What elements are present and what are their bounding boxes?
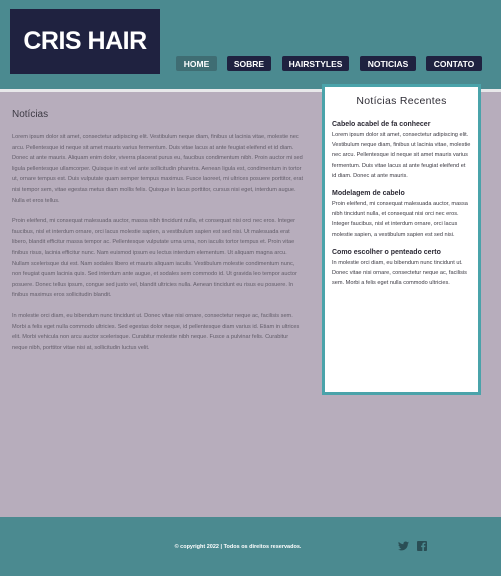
recent-news-sidebar: Notícias Recentes Cabelo acabel de fa co…: [322, 84, 481, 395]
recent-post-title[interactable]: Modelagem de cabelo: [332, 190, 471, 197]
logo-text: CRIS HAIR: [23, 27, 147, 55]
sidebar-title: Notícias Recentes: [356, 95, 447, 107]
twitter-icon[interactable]: [398, 541, 409, 551]
recent-post-title[interactable]: Como escolher o penteado certo: [332, 249, 471, 256]
article-paragraph: Proin eleifend, mi consequat malesuada a…: [12, 218, 297, 299]
nav-sobre[interactable]: SOBRE: [227, 56, 271, 71]
recent-post: Modelagem de cabelo Proin eleifend, mi c…: [332, 190, 471, 240]
nav-hairstyles[interactable]: HAIRSTYLES: [282, 56, 349, 71]
logo[interactable]: CRIS HAIR: [10, 9, 160, 74]
recent-post-text: Lorem ipsum dolor sit amet, consectetur …: [332, 132, 471, 179]
recent-post: Cabelo acabel de fa conhecer Lorem ipsum…: [332, 121, 471, 181]
nav-noticias[interactable]: NOTICIAS: [360, 56, 416, 71]
facebook-icon[interactable]: [417, 541, 427, 551]
page-title: Notícias: [12, 109, 49, 120]
article-paragraph: Lorem ipsum dolor sit amet, consectetur …: [12, 134, 304, 204]
recent-post-text: Proin eleifend, mi consequat malesuada a…: [332, 201, 468, 238]
article-paragraph: In molestie orci diam, eu bibendum nunc …: [12, 312, 300, 351]
nav-contato[interactable]: CONTATO: [426, 56, 482, 71]
header: CRIS HAIR HOME SOBRE HAIRSTYLES NOTICIAS…: [0, 0, 501, 89]
nav-home[interactable]: HOME: [176, 56, 217, 71]
recent-post: Como escolher o penteado certo In molest…: [332, 249, 471, 289]
main-content: Notícias Lorem ipsum dolor sit amet, con…: [12, 109, 304, 363]
recent-post-title[interactable]: Cabelo acabel de fa conhecer: [332, 121, 471, 128]
recent-post-text: In molestie orci diam, eu bibendum nunc …: [332, 259, 467, 287]
footer: © copyright 2022 | Todos os direitos res…: [0, 517, 501, 576]
